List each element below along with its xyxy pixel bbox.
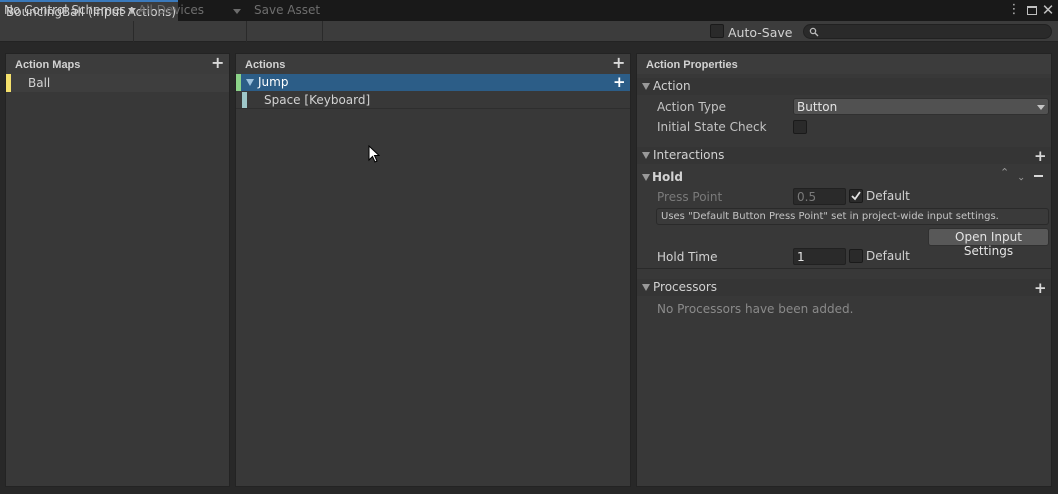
chevron-down-icon <box>1037 105 1045 110</box>
action-map-label: Ball <box>28 76 51 90</box>
add-action-icon[interactable]: + <box>612 55 625 71</box>
press-point-field[interactable]: 0.5 <box>793 188 846 205</box>
info-text: Uses "Default Button Press Point" set in… <box>661 211 999 222</box>
hold-time-default-label: Default <box>866 249 910 263</box>
expand-triangle-icon[interactable] <box>246 79 254 86</box>
auto-save-checkbox[interactable] <box>710 24 724 38</box>
toolbar-divider <box>246 21 247 42</box>
action-section-header[interactable]: Action <box>637 78 1051 95</box>
initial-state-label: Initial State Check <box>657 120 767 134</box>
search-icon <box>809 27 819 37</box>
action-map-color-bar <box>6 74 11 92</box>
action-map-item-ball[interactable]: Ball <box>6 74 229 92</box>
open-input-settings-label: Open Input Settings <box>955 230 1022 258</box>
properties-header: Action Properties <box>637 54 1051 74</box>
action-label: Jump <box>258 75 289 89</box>
press-point-value: 0.5 <box>797 190 817 204</box>
processors-section-label: Processors <box>653 280 718 294</box>
toolbar-divider <box>133 21 134 42</box>
collapse-triangle-icon[interactable] <box>642 83 650 90</box>
actions-header: Actions <box>236 54 630 74</box>
actions-panel: Actions + Jump + Space [Keyboard] <box>235 53 631 487</box>
auto-save-label: Auto-Save <box>728 25 793 40</box>
collapse-triangle-icon[interactable] <box>642 284 650 291</box>
action-type-dropdown[interactable]: Button <box>793 98 1049 115</box>
hold-time-field[interactable]: 1 <box>793 248 846 265</box>
remove-interaction-icon[interactable] <box>1034 175 1043 177</box>
action-item-jump[interactable]: Jump + <box>236 74 630 91</box>
action-maps-panel: Action Maps + Ball <box>5 53 230 487</box>
action-section-label: Action <box>653 79 691 93</box>
hold-collapse-triangle-icon[interactable] <box>642 174 650 181</box>
interactions-section-header[interactable]: Interactions + <box>637 147 1051 164</box>
move-up-icon[interactable]: ⌃ <box>1000 166 1009 179</box>
actions-title: Actions <box>245 59 286 71</box>
info-box: Uses "Default Button Press Point" set in… <box>656 208 1049 225</box>
action-maps-header: Action Maps <box>6 54 229 74</box>
binding-color-bar <box>242 92 247 108</box>
section-divider <box>637 268 1051 269</box>
properties-title: Action Properties <box>646 59 738 71</box>
devices-dropdown[interactable]: All Devices <box>134 2 244 19</box>
kebab-menu-icon[interactable]: ⋮ <box>1007 2 1021 18</box>
hold-time-default-checkbox[interactable] <box>849 249 863 263</box>
hold-section-label: Hold <box>652 170 683 184</box>
action-maps-title: Action Maps <box>15 59 81 71</box>
action-properties-panel: Action Properties Action Action Type But… <box>636 53 1052 487</box>
save-asset-button[interactable]: Save Asset <box>250 2 324 19</box>
close-icon[interactable]: ✕ <box>1041 2 1055 18</box>
processors-section-header[interactable]: Processors + <box>637 279 1051 296</box>
mouse-cursor-icon <box>368 145 380 163</box>
interactions-section-label: Interactions <box>653 148 725 162</box>
save-asset-label: Save Asset <box>254 3 321 17</box>
hold-time-label: Hold Time <box>657 250 718 264</box>
initial-state-checkbox[interactable] <box>793 120 807 134</box>
press-point-label: Press Point <box>657 190 723 204</box>
add-processor-icon[interactable]: + <box>1034 281 1047 296</box>
binding-item-space[interactable]: Space [Keyboard] <box>236 91 630 109</box>
no-processors-text: No Processors have been added. <box>657 302 854 316</box>
search-input[interactable] <box>803 24 1052 39</box>
add-interaction-icon[interactable]: + <box>1034 149 1047 164</box>
chevron-down-icon <box>233 9 241 14</box>
maximize-icon[interactable] <box>1025 2 1039 19</box>
checkmark-icon <box>851 191 861 201</box>
press-point-default-label: Default <box>866 189 910 203</box>
open-input-settings-button[interactable]: Open Input Settings <box>928 228 1049 258</box>
collapse-triangle-icon[interactable] <box>642 152 650 159</box>
add-binding-icon[interactable]: + <box>613 75 626 90</box>
add-action-map-icon[interactable]: + <box>211 55 224 71</box>
move-down-icon[interactable]: ⌃ <box>1017 170 1025 181</box>
press-point-default-checkbox[interactable] <box>849 189 863 203</box>
binding-label: Space [Keyboard] <box>264 93 371 107</box>
action-type-label: Action Type <box>657 100 726 114</box>
hold-time-value: 1 <box>797 250 805 264</box>
devices-label: All Devices <box>138 3 204 17</box>
action-type-value: Button <box>797 100 838 114</box>
control-schemes-dropdown[interactable]: No Control Schemes <box>0 2 140 19</box>
control-schemes-label: No Control Schemes <box>4 3 126 17</box>
action-color-bar <box>236 74 241 91</box>
toolbar-divider <box>322 21 323 42</box>
